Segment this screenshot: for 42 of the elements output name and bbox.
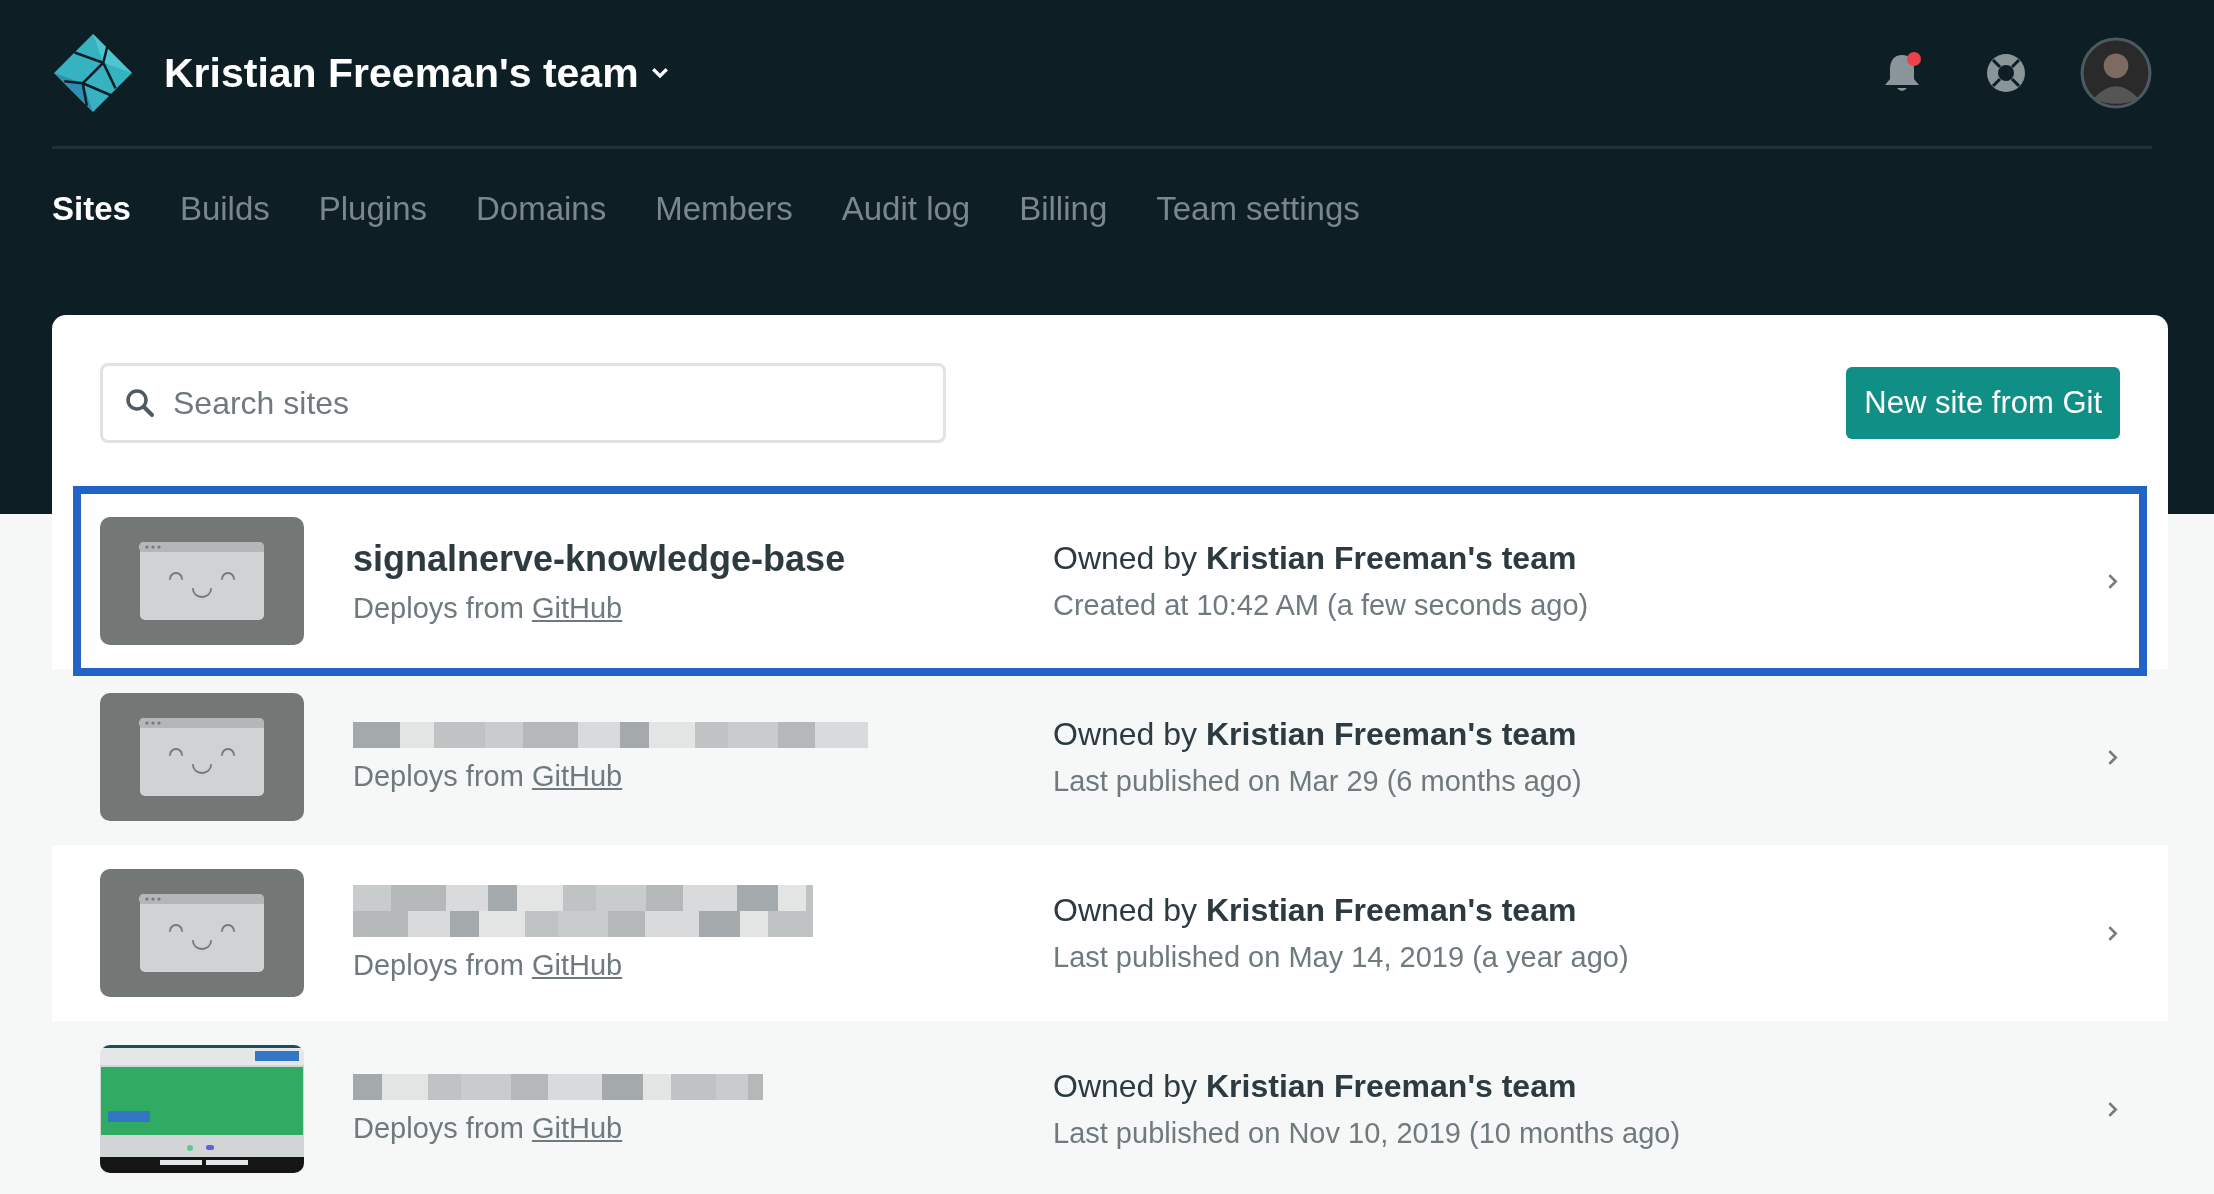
chevron-right-icon (2107, 924, 2118, 942)
provider-link[interactable]: GitHub (531, 1111, 623, 1144)
owner-text: Owned by Kristian Freeman's team (1053, 540, 1578, 577)
nav-tab[interactable]: Plugins (318, 190, 427, 228)
provider-link[interactable]: GitHub (531, 759, 623, 792)
site-row[interactable]: Deploys from GitHub Owned by Kristian Freeman's team Last published on Mar 29 (6 months ago) (52, 669, 2168, 845)
publish-status: Last published on May 14, 2019 (a year ago) (1053, 941, 1630, 974)
logo-icon[interactable] (52, 32, 134, 114)
caret-icon (650, 67, 669, 79)
owner-text: Owned by Kristian Freeman's team (1053, 892, 1578, 929)
nav-tab[interactable]: Team settings (1156, 190, 1360, 228)
site-name: signalnerve-knowledge-base (353, 537, 847, 580)
nav-tab[interactable]: Sites (52, 190, 131, 228)
chevron-right-icon (2107, 1100, 2118, 1118)
provider-link[interactable]: GitHub (531, 948, 623, 981)
chevron-right-icon (2107, 748, 2118, 766)
help-icon[interactable] (1984, 51, 2028, 95)
deploys-label: Deploys from (353, 948, 524, 981)
deploys-label: Deploys from (353, 591, 524, 624)
site-placeholder-icon (100, 517, 304, 645)
deploys-label: Deploys from (353, 1111, 524, 1144)
nav-tab[interactable]: Builds (179, 190, 270, 228)
publish-status: Last published on Nov 10, 2019 (10 months ago) (1053, 1117, 1682, 1150)
publish-status: Last published on Mar 29 (6 months ago) (1053, 765, 1583, 798)
site-placeholder-icon (100, 693, 304, 821)
avatar-icon[interactable] (2080, 37, 2152, 109)
site-row[interactable]: Deploys from GitHub Owned by Kristian Freeman's team Last published on Nov 10, 2019 (10 months ago) (52, 1021, 2168, 1194)
chevron-right-icon (2107, 572, 2118, 590)
provider-link[interactable]: GitHub (531, 591, 623, 624)
site-placeholder-icon (100, 869, 304, 997)
nav-tab[interactable]: Members (655, 190, 793, 228)
search-field[interactable]: Search sites (100, 363, 946, 443)
owner-text: Owned by Kristian Freeman's team (1053, 1068, 1578, 1105)
team-switcher[interactable]: Kristian Freeman's team (164, 49, 669, 97)
nav-tab[interactable]: Audit log (841, 190, 971, 228)
deploys-label: Deploys from (353, 759, 524, 792)
owner-text: Owned by Kristian Freeman's team (1053, 716, 1578, 753)
publish-status: Created at 10:42 AM (a few seconds ago) (1053, 589, 1590, 622)
nav-tab[interactable]: Billing (1019, 190, 1108, 228)
new-site-button[interactable]: New site from Git (1846, 367, 2120, 439)
site-row[interactable]: signalnerve-knowledge-base Deploys from GitHub Owned by Kristian Freeman's team Created at 10:42 AM (a few seconds ago) (73, 486, 2147, 676)
nav-tab[interactable]: Domains (476, 190, 607, 228)
